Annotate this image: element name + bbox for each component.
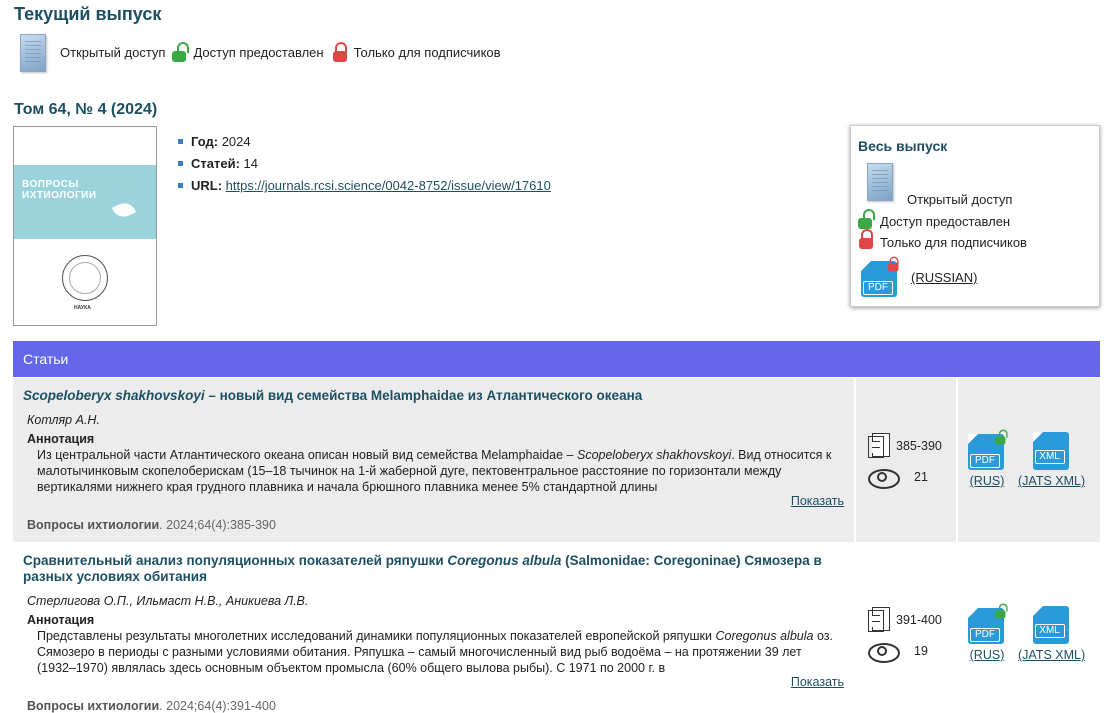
article-authors: Стерлигова О.П., Ильмаст Н.В., Аникиева … — [27, 594, 309, 608]
unlocked-green-lock-icon — [171, 41, 190, 63]
page: Текущий выпуск Открытый доступ Доступ пр… — [0, 0, 1111, 713]
pages-icon — [868, 607, 890, 633]
section-header-articles: Статьи — [13, 341, 1100, 377]
xml-icon[interactable]: XML — [1031, 604, 1073, 646]
issue-cover-image[interactable]: ВОПРОСЫ ИХТИОЛОГИИ НАУКА — [13, 126, 157, 326]
pdf-link[interactable]: (RUS) — [970, 648, 1005, 662]
article-views: 21 — [914, 470, 928, 484]
xml-icon[interactable]: XML — [1031, 430, 1073, 472]
issue-url-link[interactable]: https://journals.rcsi.science/0042-8752/… — [226, 178, 551, 193]
jats-xml-link[interactable]: (JATS XML) — [1018, 474, 1085, 488]
article-files: PDF (RUS) XML (JATS XML) — [958, 378, 1100, 542]
cover-publisher: НАУКА — [74, 305, 91, 311]
show-annotation-link[interactable]: Показать — [791, 494, 844, 508]
article-pages: 391-400 — [896, 613, 942, 627]
issue-year: Год: 2024 — [178, 133, 551, 155]
article-item: Сравнительный анализ популяционных показ… — [13, 544, 1100, 713]
article-annotation: Представлены результаты многолетних иссл… — [37, 629, 833, 675]
whole-issue-panel: Весь выпуск Открытый доступ Доступ предо… — [850, 125, 1100, 307]
article-annotation: Из центральной части Атлантического океа… — [37, 448, 832, 494]
locked-red-lock-icon — [332, 41, 350, 63]
whole-issue-subscribers-only: Только для подписчиков — [880, 235, 1027, 250]
legend-subscribers-only: Только для подписчиков — [353, 44, 501, 60]
article-citation: Вопросы ихтиологии. 2024;64(4):385-390 — [27, 518, 276, 532]
pdf-link[interactable]: (RUS) — [970, 474, 1005, 488]
pages-icon — [868, 433, 890, 459]
pdf-icon[interactable]: PDF — [859, 256, 901, 299]
whole-issue-open-access: Открытый доступ — [907, 192, 1013, 207]
legend-open-access: Открытый доступ — [60, 44, 166, 60]
document-icon — [865, 162, 893, 201]
eye-icon — [868, 641, 900, 663]
article-title-link[interactable]: Сравнительный анализ популяционных показ… — [23, 553, 848, 585]
jats-xml-link[interactable]: (JATS XML) — [1018, 648, 1085, 662]
whole-issue-pdf-link[interactable]: (RUSSIAN) — [911, 270, 977, 285]
issue-articles-count: Статей: 14 — [178, 155, 551, 177]
issue-url: URL: https://journals.rcsi.science/0042-… — [178, 177, 551, 199]
unlocked-green-lock-icon — [857, 208, 875, 230]
eye-icon — [868, 467, 900, 489]
article-pages: 385-390 — [896, 439, 942, 453]
access-legend: Открытый доступ Доступ предоставлен Толь… — [18, 32, 507, 72]
cover-journal-name: ВОПРОСЫ ИХТИОЛОГИИ — [22, 179, 97, 201]
show-annotation-link[interactable]: Показать — [791, 675, 844, 689]
whole-issue-access-granted: Доступ предоставлен — [880, 214, 1011, 229]
article-stats: 391-400 19 — [856, 544, 956, 711]
pdf-icon[interactable]: PDF — [966, 603, 1008, 646]
article-title-link[interactable]: Scopeloberyx shakhovskoyi – новый вид се… — [23, 388, 848, 404]
pdf-icon[interactable]: PDF — [966, 429, 1008, 472]
whole-issue-heading: Весь выпуск — [858, 138, 948, 154]
cover-seal-emblem — [62, 255, 108, 301]
page-title: Текущий выпуск — [14, 4, 162, 24]
article-authors: Котляр А.Н. — [27, 413, 100, 427]
issue-meta-list: Год: 2024 Статей: 14 URL: https://journa… — [178, 133, 551, 199]
document-icon — [18, 33, 46, 72]
article-files: PDF (RUS) XML (JATS XML) — [958, 544, 1100, 711]
article-views: 19 — [914, 644, 928, 658]
issue-title: Том 64, № 4 (2024) — [14, 101, 158, 118]
locked-red-lock-icon — [858, 228, 876, 250]
article-item: Scopeloberyx shakhovskoyi – новый вид се… — [13, 378, 1100, 542]
article-stats: 385-390 21 — [856, 378, 956, 542]
annotation-label: Аннотация — [27, 432, 95, 446]
annotation-label: Аннотация — [27, 613, 95, 627]
legend-access-granted: Доступ предоставлен — [193, 44, 324, 60]
